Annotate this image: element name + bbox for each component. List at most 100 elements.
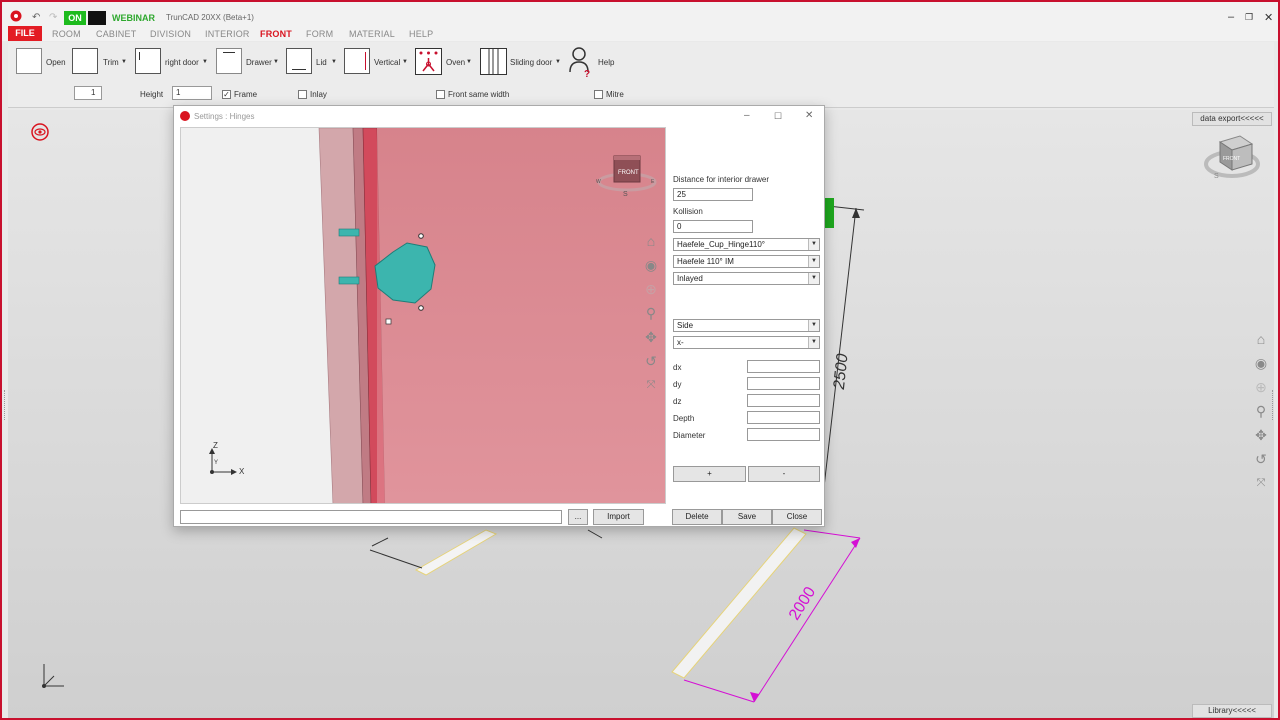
home-view-icon[interactable]: ⌂	[1252, 330, 1270, 348]
hinge-model-select[interactable]: Haefele_Cup_Hinge110° ▼	[673, 238, 820, 251]
trim-dropdown-icon[interactable]: ▼	[121, 59, 127, 65]
minimize-icon[interactable]: –	[1228, 11, 1234, 23]
distance-input[interactable]: 25	[673, 188, 753, 201]
sliding-door-icon[interactable]	[480, 48, 507, 75]
preview-home-icon[interactable]: ⌂	[642, 232, 660, 250]
preview-look-icon[interactable]: ◉	[642, 256, 660, 274]
mitre-checkbox[interactable]	[594, 90, 603, 99]
menu-material[interactable]: MATERIAL	[349, 29, 395, 39]
preview-zoom-window-icon[interactable]: ⊕	[642, 280, 660, 298]
open-front-icon[interactable]	[16, 48, 42, 74]
zoom-extents-icon[interactable]: ⤧	[1252, 474, 1270, 492]
drawer-dropdown-icon[interactable]: ▼	[273, 59, 279, 65]
menu-room[interactable]: ROOM	[52, 29, 81, 39]
visibility-eye-icon[interactable]	[30, 122, 50, 142]
zoom-window-icon[interactable]: ⊕	[1252, 378, 1270, 396]
open-button[interactable]: Open	[46, 58, 66, 67]
preview-navigation-cube-icon[interactable]: FRONT S W E	[593, 152, 657, 200]
on-toggle[interactable]: ON	[64, 11, 86, 25]
menu-division[interactable]: DIVISION	[150, 29, 191, 39]
menu-interior[interactable]: INTERIOR	[205, 29, 250, 39]
dialog-maximize-icon[interactable]: ☐	[774, 111, 782, 122]
restore-icon[interactable]: ❐	[1245, 12, 1253, 23]
hinge-preview-canvas[interactable]: FRONT S W E ⌂ ◉ ⊕ ⚲ ✥ ↺ ⤧ Z Y X	[180, 127, 666, 504]
delete-button[interactable]: Delete	[672, 509, 722, 525]
navigation-cube-icon[interactable]: FRONT S	[1204, 128, 1262, 186]
pan-icon[interactable]: ✥	[1252, 426, 1270, 444]
browse-button[interactable]: ...	[568, 509, 588, 525]
kollision-input[interactable]: 0	[673, 220, 753, 233]
front-same-width-checkbox[interactable]	[436, 90, 445, 99]
menu-file[interactable]: FILE	[8, 26, 42, 41]
inlay-checkbox[interactable]	[298, 90, 307, 99]
right-splitter-handle[interactable]	[1272, 390, 1276, 420]
diameter-input[interactable]	[747, 428, 820, 441]
preview-zoom-extents-icon[interactable]: ⤧	[642, 376, 660, 394]
vertical-button[interactable]: Vertical	[374, 58, 400, 67]
axis-direction-select[interactable]: x- ▼	[673, 336, 820, 349]
look-icon[interactable]: ◉	[1252, 354, 1270, 372]
sliding-door-dropdown-icon[interactable]: ▼	[555, 59, 561, 65]
dz-input[interactable]	[747, 394, 820, 407]
side-select[interactable]: Side ▼	[673, 319, 820, 332]
preview-cube-south-label: S	[623, 191, 628, 198]
dialog-close-icon[interactable]: ✕	[805, 110, 813, 121]
off-toggle[interactable]	[88, 11, 106, 25]
chevron-down-icon[interactable]: ▼	[808, 256, 819, 267]
lid-dropdown-icon[interactable]: ▼	[331, 59, 337, 65]
sliding-door-button[interactable]: Sliding door	[510, 58, 552, 67]
depth-input[interactable]	[747, 411, 820, 424]
chevron-down-icon[interactable]: ▼	[808, 239, 819, 250]
frame-checkbox[interactable]: ✓	[222, 90, 231, 99]
menu-form[interactable]: FORM	[306, 29, 333, 39]
vertical-icon[interactable]	[344, 48, 370, 74]
zoom-icon[interactable]: ⚲	[1252, 402, 1270, 420]
oven-dropdown-icon[interactable]: ▼	[466, 59, 472, 65]
add-hinge-button[interactable]: +	[673, 466, 746, 482]
dialog-minimize-icon[interactable]: –	[744, 110, 750, 121]
right-door-dropdown-icon[interactable]: ▼	[202, 59, 208, 65]
lid-button[interactable]: Lid	[316, 58, 327, 67]
left-splitter-handle[interactable]	[4, 390, 8, 420]
chevron-down-icon[interactable]: ▼	[808, 273, 819, 284]
orbit-icon[interactable]: ↺	[1252, 450, 1270, 468]
trim-icon[interactable]	[72, 48, 98, 74]
height-input[interactable]: 1	[172, 86, 212, 100]
chevron-down-icon[interactable]: ▼	[808, 320, 819, 331]
data-export-button[interactable]: data export<<<<<	[1192, 112, 1272, 126]
right-door-button[interactable]: right door	[165, 58, 199, 67]
close-icon[interactable]: ✕	[1264, 11, 1273, 24]
preview-zoom-icon[interactable]: ⚲	[642, 304, 660, 322]
drawer-icon[interactable]	[216, 48, 242, 74]
oven-button[interactable]: Oven	[446, 58, 465, 67]
count-stepper[interactable]: 1	[74, 86, 102, 100]
help-button[interactable]: Help	[598, 58, 614, 67]
save-button[interactable]: Save	[722, 509, 772, 525]
hinges-settings-dialog: Settings : Hinges – ☐ ✕ FRONT S W E ⌂ ◉ …	[173, 105, 825, 527]
chevron-down-icon[interactable]: ▼	[808, 337, 819, 348]
preview-pan-icon[interactable]: ✥	[642, 328, 660, 346]
menu-front[interactable]: FRONT	[260, 29, 292, 39]
mount-type-select[interactable]: Inlayed ▼	[673, 272, 820, 285]
preview-orbit-icon[interactable]: ↺	[642, 352, 660, 370]
menu-cabinet[interactable]: CABINET	[96, 29, 136, 39]
lid-icon[interactable]	[286, 48, 312, 74]
close-button[interactable]: Close	[772, 509, 822, 525]
remove-hinge-button[interactable]: -	[748, 466, 820, 482]
right-door-icon[interactable]	[135, 48, 161, 74]
redo-icon[interactable]: ↷	[49, 12, 57, 23]
drawer-button[interactable]: Drawer	[246, 58, 272, 67]
menu-help[interactable]: HELP	[409, 29, 433, 39]
undo-icon[interactable]: ↶	[32, 12, 40, 23]
dz-label: dz	[673, 397, 682, 406]
library-button[interactable]: Library<<<<<	[1192, 704, 1272, 718]
help-person-icon[interactable]: ?	[568, 46, 594, 78]
dy-input[interactable]	[747, 377, 820, 390]
import-button[interactable]: Import	[593, 509, 644, 525]
dx-input[interactable]	[747, 360, 820, 373]
oven-icon[interactable]	[415, 48, 442, 75]
vertical-dropdown-icon[interactable]: ▼	[402, 59, 408, 65]
hinge-type-select[interactable]: Haefele 110° IM ▼	[673, 255, 820, 268]
file-path-input[interactable]	[180, 510, 562, 524]
trim-button[interactable]: Trim	[103, 58, 119, 67]
